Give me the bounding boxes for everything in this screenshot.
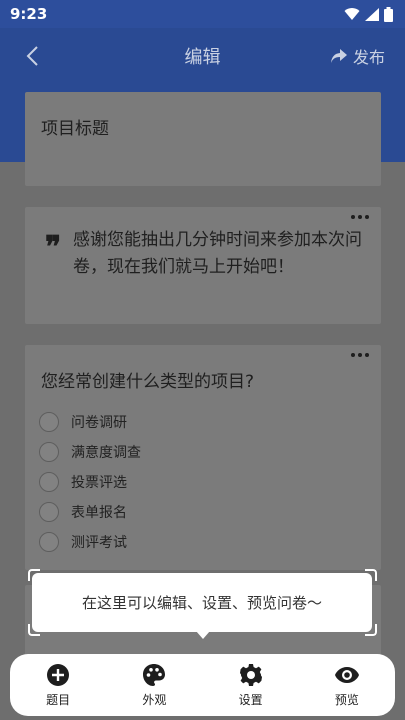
app-bar: 编辑 发布: [0, 28, 405, 84]
publish-label: 发布: [352, 48, 385, 67]
page-title: 编辑: [184, 47, 221, 68]
status-bar: 9:23: [0, 0, 405, 28]
status-icons: [344, 6, 393, 22]
intro-text: 感谢您能抽出几分钟时间来参加本次问卷，现在我们就马上开始吧！: [73, 230, 362, 277]
option-item[interactable]: 测评考试: [39, 527, 141, 557]
status-time: 9:23: [10, 5, 48, 23]
option-item[interactable]: 满意度调查: [39, 437, 141, 467]
option-label: 测评考试: [71, 535, 127, 551]
nav-label: 设置: [238, 693, 263, 707]
share-arrow-icon: [330, 49, 347, 63]
more-icon[interactable]: [351, 353, 369, 357]
question-text: 您经常创建什么类型的项目?: [41, 372, 255, 392]
option-item[interactable]: 投票评选: [39, 467, 141, 497]
palette-icon: [141, 662, 167, 688]
option-item[interactable]: 问卷调研: [39, 407, 141, 437]
chevron-left-icon: [26, 46, 38, 66]
nav-label: 外观: [142, 693, 167, 707]
nav-item-appearance[interactable]: 外观: [119, 662, 189, 708]
option-label: 表单报名: [71, 505, 127, 521]
wifi-icon: [344, 7, 360, 20]
tooltip-arrow: [196, 631, 210, 639]
quote-icon: ❞: [45, 230, 62, 265]
radio-icon[interactable]: [39, 412, 59, 432]
nav-label: 预览: [334, 693, 359, 707]
question-card[interactable]: 您经常创建什么类型的项目? 问卷调研 满意度调查 投票评选 表单报名 测评考试: [25, 345, 381, 570]
more-icon[interactable]: [351, 215, 369, 219]
radio-icon[interactable]: [39, 442, 59, 462]
radio-icon[interactable]: [39, 532, 59, 552]
add-circle-icon: [45, 662, 71, 688]
nav-label: 题目: [46, 693, 71, 707]
back-button[interactable]: [18, 42, 46, 70]
guide-tooltip[interactable]: 在这里可以编辑、设置、预览问卷～: [32, 573, 372, 632]
option-label: 满意度调查: [71, 445, 141, 461]
option-label: 投票评选: [71, 475, 127, 491]
nav-item-questions[interactable]: 题目: [23, 662, 93, 708]
gear-icon: [238, 662, 264, 688]
options-list: 问卷调研 满意度调查 投票评选 表单报名 测评考试: [39, 407, 141, 557]
title-card[interactable]: 项目标题: [25, 92, 381, 186]
nav-item-preview[interactable]: 预览: [312, 662, 382, 708]
nav-item-settings[interactable]: 设置: [216, 662, 286, 708]
intro-card[interactable]: ❞ 感谢您能抽出几分钟时间来参加本次问卷，现在我们就马上开始吧！: [25, 207, 381, 324]
option-item[interactable]: 表单报名: [39, 497, 141, 527]
bottom-nav: 题目 外观 设置 预览: [10, 654, 395, 716]
option-label: 问卷调研: [71, 415, 127, 431]
radio-icon[interactable]: [39, 472, 59, 492]
radio-icon[interactable]: [39, 502, 59, 522]
publish-button[interactable]: 发布: [330, 44, 385, 68]
signal-icon: [365, 7, 379, 21]
title-placeholder: 项目标题: [41, 119, 109, 139]
tooltip-text: 在这里可以编辑、设置、预览问卷～: [81, 594, 322, 612]
battery-icon: [384, 6, 393, 22]
eye-icon: [334, 662, 360, 688]
